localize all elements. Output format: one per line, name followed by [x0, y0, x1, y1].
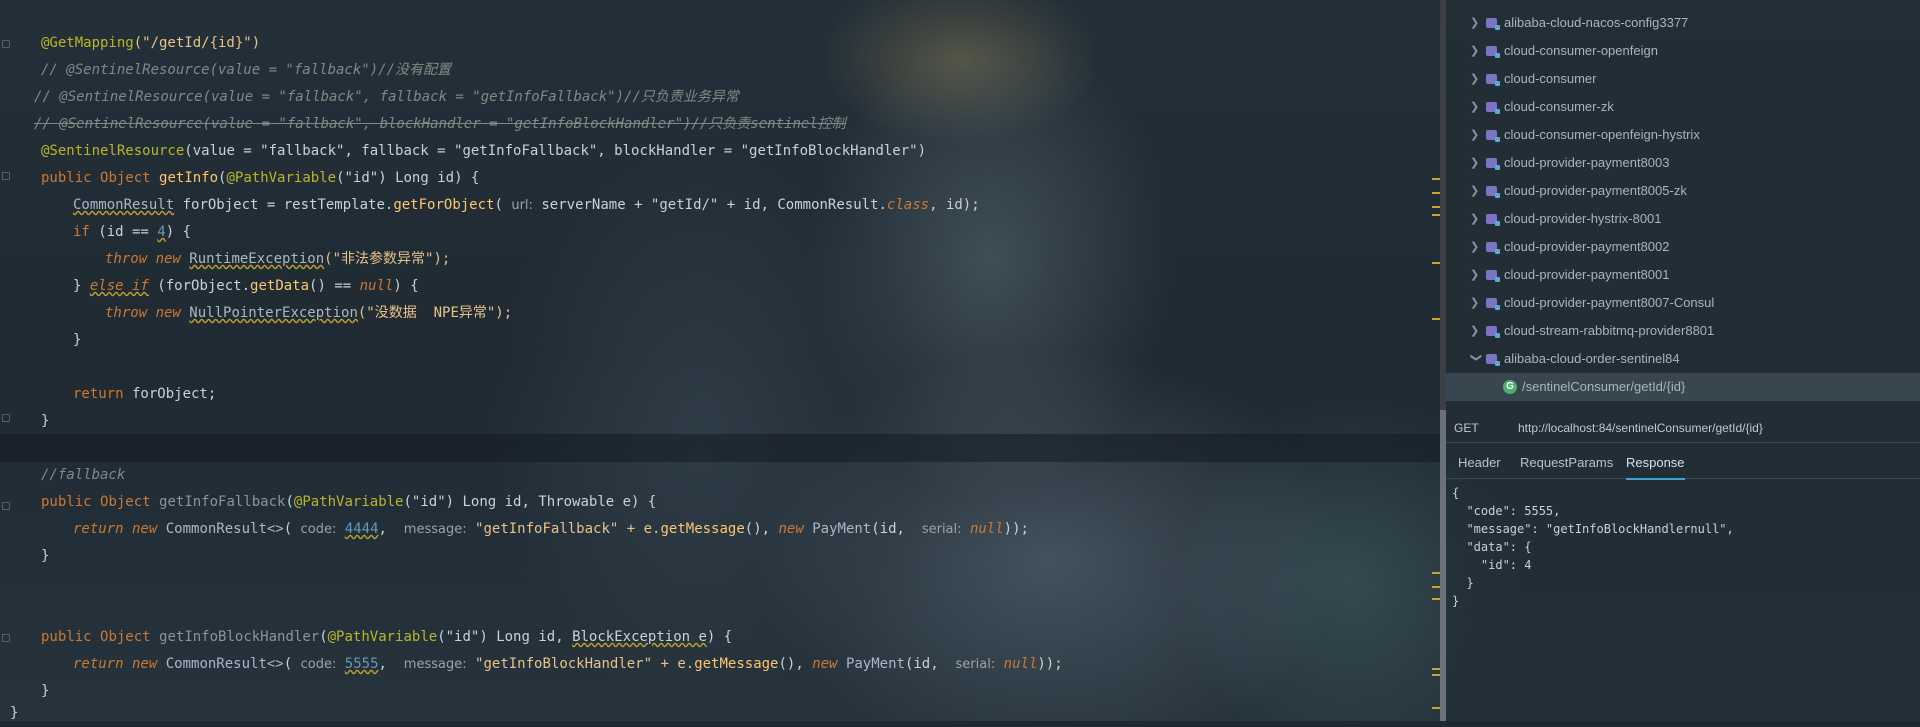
- code-line: public Object getInfo(@PathVariable("id"…: [41, 170, 480, 186]
- tab-header[interactable]: Header: [1458, 450, 1501, 478]
- code-line: @GetMapping("/getId/{id}"): [41, 35, 261, 51]
- module-icon: [1486, 18, 1500, 30]
- module-icon: [1486, 354, 1500, 366]
- tree-item[interactable]: ❯ cloud-provider-payment8001: [1446, 261, 1920, 289]
- module-icon: [1486, 102, 1500, 114]
- chevron-right-icon[interactable]: ❯: [1470, 289, 1482, 317]
- chevron-right-icon[interactable]: ❯: [1470, 317, 1482, 345]
- module-icon: [1486, 326, 1500, 338]
- request-bar[interactable]: GET http://localhost:84/sentinelConsumer…: [1446, 414, 1920, 443]
- module-icon: [1486, 186, 1500, 198]
- json-line: "message": "getInfoBlockHandlernull",: [1452, 522, 1734, 536]
- code-line: public Object getInfoBlockHandler(@PathV…: [41, 629, 733, 645]
- module-icon: [1486, 242, 1500, 254]
- restful-tool-panel: ❯ alibaba-cloud-nacos-config3377 ❯ cloud-c…: [1446, 0, 1920, 721]
- json-line: "id": 4: [1452, 558, 1532, 572]
- url-input[interactable]: http://localhost:84/sentinelConsumer/get…: [1518, 414, 1763, 442]
- tree-item[interactable]: ❯ cloud-consumer-openfeign-hystrix: [1446, 121, 1920, 149]
- code-line: return new CommonResult<>( code: 4444, m…: [73, 521, 1029, 537]
- code-line: throw new RuntimeException("非法参数异常");: [105, 251, 451, 267]
- module-icon: [1486, 298, 1500, 310]
- code-line: return new CommonResult<>( code: 5555, m…: [73, 656, 1063, 672]
- get-method-icon: G: [1503, 380, 1517, 394]
- code-line: if (id == 4) {: [73, 224, 192, 240]
- json-line: "data": {: [1452, 540, 1532, 554]
- code-line: }: [41, 413, 50, 429]
- chevron-right-icon[interactable]: ❯: [1470, 177, 1482, 205]
- code-line: //fallback: [41, 467, 126, 483]
- code-line: CommonResult forObject = restTemplate.ge…: [73, 197, 980, 213]
- chevron-right-icon[interactable]: ❯: [1470, 93, 1482, 121]
- tree-item[interactable]: ❯ cloud-provider-payment8003: [1446, 149, 1920, 177]
- chevron-right-icon[interactable]: ❯: [1470, 205, 1482, 233]
- tree-item[interactable]: ❯ cloud-consumer-openfeign: [1446, 37, 1920, 65]
- code-line: public Object getInfoFallback(@PathVaria…: [41, 494, 657, 510]
- tree-item[interactable]: ❯ cloud-provider-payment8002: [1446, 233, 1920, 261]
- tree-item[interactable]: ❯ alibaba-cloud-order-sentinel84: [1446, 345, 1920, 373]
- method-separator: [0, 434, 1440, 462]
- module-icon: [1486, 214, 1500, 226]
- module-icon: [1486, 158, 1500, 170]
- code-line: }: [10, 705, 19, 721]
- json-line: }: [1452, 594, 1460, 608]
- error-stripe[interactable]: [1432, 0, 1440, 721]
- chevron-right-icon[interactable]: ❯: [1470, 149, 1482, 177]
- module-icon: [1486, 46, 1500, 58]
- tree-item[interactable]: ❯ cloud-provider-payment8007-Consul: [1446, 289, 1920, 317]
- tab-response[interactable]: Response: [1626, 450, 1685, 480]
- code-line: }: [41, 548, 50, 564]
- tree-item[interactable]: ❯ cloud-consumer-zk: [1446, 93, 1920, 121]
- tree-item[interactable]: ❯ cloud-consumer: [1446, 65, 1920, 93]
- tree-item[interactable]: ❯ cloud-provider-payment8005-zk: [1446, 177, 1920, 205]
- chevron-right-icon[interactable]: ❯: [1470, 121, 1482, 149]
- tree-item[interactable]: ❯ cloud-provider-hystrix-8001: [1446, 205, 1920, 233]
- json-line: }: [1452, 576, 1474, 590]
- chevron-right-icon[interactable]: ❯: [1470, 37, 1482, 65]
- module-icon: [1486, 130, 1500, 142]
- http-method-select[interactable]: GET: [1454, 414, 1479, 442]
- code-line: }: [73, 332, 82, 348]
- module-icon: [1486, 74, 1500, 86]
- code-line: return forObject;: [73, 386, 217, 402]
- code-line: // @SentinelResource(value = "fallback")…: [41, 62, 452, 78]
- tree-item-endpoint[interactable]: G/sentinelConsumer/getId/{id}: [1446, 373, 1920, 401]
- code-line: @SentinelResource(value = "fallback", fa…: [41, 143, 927, 159]
- tree-item[interactable]: ❯ cloud-stream-rabbitmq-provider8801: [1446, 317, 1920, 345]
- tab-bar: Header RequestParams Response: [1446, 450, 1920, 480]
- code-line: // @SentinelResource(value = "fallback",…: [34, 89, 739, 105]
- json-line: "code": 5555,: [1452, 504, 1561, 518]
- response-body[interactable]: { "code": 5555, "message": "getInfoBlock…: [1452, 484, 1734, 610]
- code-line: // @SentinelResource(value = "fallback",…: [34, 116, 846, 132]
- tree-item[interactable]: ❯ alibaba-cloud-nacos-config3377: [1446, 9, 1920, 37]
- json-line: {: [1452, 486, 1460, 500]
- tab-request-params[interactable]: RequestParams: [1520, 450, 1613, 478]
- chevron-right-icon[interactable]: ❯: [1470, 261, 1482, 289]
- module-icon: [1486, 270, 1500, 282]
- code-line: } else if (forObject.getData() == null) …: [73, 278, 419, 294]
- code-editor[interactable]: @GetMapping("/getId/{id}") // @SentinelR…: [0, 0, 1440, 721]
- code-line: throw new NullPointerException("没数据 NPE异…: [105, 305, 513, 321]
- chevron-right-icon[interactable]: ❯: [1470, 65, 1482, 93]
- chevron-right-icon[interactable]: ❯: [1470, 9, 1482, 37]
- chevron-right-icon[interactable]: ❯: [1470, 233, 1482, 261]
